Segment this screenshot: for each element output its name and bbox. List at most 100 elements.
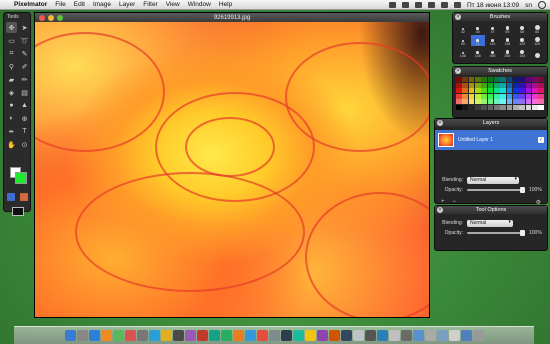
color-swatch[interactable] (481, 104, 488, 110)
color-swatch[interactable] (531, 77, 538, 82)
brush-preset[interactable]: 71 (470, 35, 485, 46)
color-swatch[interactable] (468, 82, 475, 88)
color-swatch[interactable] (500, 99, 507, 104)
color-swatch[interactable] (474, 77, 481, 82)
color-swatch[interactable] (493, 77, 500, 82)
brush-preset[interactable]: 90 (456, 35, 470, 46)
dock-app-icon[interactable] (88, 330, 100, 341)
color-swatch[interactable] (474, 104, 481, 110)
color-swatch[interactable] (500, 88, 507, 93)
standard-mode-icon[interactable] (20, 193, 28, 201)
color-swatch[interactable] (512, 77, 519, 82)
color-swatch[interactable] (462, 82, 469, 88)
color-swatch[interactable] (519, 99, 526, 104)
color-swatch[interactable] (525, 77, 532, 82)
color-swatch[interactable] (519, 93, 526, 99)
dock-app-icon[interactable] (472, 330, 484, 341)
color-swatch[interactable] (493, 82, 500, 88)
color-swatch[interactable] (456, 77, 462, 82)
color-swatch[interactable] (538, 88, 544, 93)
dock-app-icon[interactable] (316, 330, 328, 341)
crop-tool-icon[interactable]: ⌗ (6, 48, 17, 59)
color-swatch[interactable] (531, 93, 538, 99)
brush-preset[interactable]: 118 (500, 35, 514, 46)
background-color-swatch[interactable] (15, 172, 27, 184)
brush-preset[interactable]: 84 (530, 23, 544, 34)
brush-preset[interactable]: 120 (530, 35, 544, 46)
dock-app-icon[interactable] (148, 330, 160, 341)
slice-tool-icon[interactable]: ✎ (19, 48, 30, 59)
color-swatch[interactable] (500, 77, 507, 82)
color-swatch[interactable] (474, 99, 481, 104)
battery-icon[interactable] (453, 2, 461, 8)
close-icon[interactable]: × (437, 207, 443, 213)
brush-preset[interactable]: 255 (500, 47, 514, 58)
dodge-tool-icon[interactable]: ◐ (6, 113, 17, 124)
color-swatch[interactable] (525, 93, 532, 99)
brush-preset[interactable] (530, 47, 544, 58)
slider-knob[interactable] (520, 230, 525, 236)
brush-preset[interactable]: 32 (456, 23, 470, 34)
dock-app-icon[interactable] (196, 330, 208, 341)
color-swatch[interactable] (474, 82, 481, 88)
blur-tool-icon[interactable]: ● (6, 100, 17, 111)
color-swatch[interactable] (481, 82, 488, 88)
color-swatch[interactable] (512, 93, 519, 99)
dock-app-icon[interactable] (112, 330, 124, 341)
color-swatch[interactable] (493, 104, 500, 110)
color-swatch[interactable] (525, 99, 532, 104)
color-swatch[interactable] (519, 104, 526, 110)
volume-icon[interactable] (440, 2, 448, 8)
color-swatch[interactable] (525, 82, 532, 88)
brush-preset[interactable]: 120 (515, 35, 529, 46)
color-swatch[interactable] (500, 82, 507, 88)
dock-app-icon[interactable] (256, 330, 268, 341)
color-swatch[interactable] (531, 104, 538, 110)
close-icon[interactable]: × (455, 14, 461, 20)
color-swatch[interactable] (493, 88, 500, 93)
color-swatch[interactable] (456, 93, 462, 99)
color-swatch[interactable] (512, 82, 519, 88)
color-swatch[interactable] (512, 99, 519, 104)
dock-app-icon[interactable] (124, 330, 136, 341)
color-swatch[interactable] (525, 104, 532, 110)
wifi-icon[interactable] (427, 2, 435, 8)
color-swatch[interactable] (474, 88, 481, 93)
dock-app-icon[interactable] (76, 330, 88, 341)
color-swatch[interactable] (500, 104, 507, 110)
screen-mode-icon[interactable] (12, 207, 24, 216)
brush-preset[interactable]: 495 (486, 47, 500, 58)
dock-app-icon[interactable] (424, 330, 436, 341)
tool-blending-select[interactable]: Normal (467, 219, 513, 227)
brush-preset[interactable]: 68 (515, 23, 529, 34)
menu-clock[interactable]: Пт 18 июня 13:09 (467, 2, 519, 9)
pointer-tool-icon[interactable]: ➤ (19, 22, 30, 33)
color-swatch[interactable] (481, 77, 488, 82)
brush-preset[interactable]: 40 (471, 23, 485, 34)
dock-app-icon[interactable] (460, 330, 472, 341)
color-swatch[interactable] (506, 104, 513, 110)
image-window-titlebar[interactable]: 92619913.jpg (35, 13, 429, 22)
color-swatch[interactable] (506, 93, 513, 99)
color-swatch[interactable] (506, 77, 513, 82)
color-swatch[interactable] (456, 104, 462, 110)
color-swatch[interactable] (506, 99, 513, 104)
dock-app-icon[interactable] (352, 330, 364, 341)
color-swatch[interactable] (468, 104, 475, 110)
color-swatch[interactable] (487, 88, 494, 93)
color-swatch[interactable] (506, 82, 513, 88)
sharpen-tool-icon[interactable]: ▲ (19, 100, 30, 111)
color-swatch[interactable] (538, 104, 544, 110)
hand-tool-icon[interactable]: ✋ (6, 139, 17, 150)
menu-view[interactable]: View (166, 1, 180, 8)
color-swatch[interactable] (487, 82, 494, 88)
dock-app-icon[interactable] (280, 330, 292, 341)
color-swatch[interactable] (538, 77, 544, 82)
brush-preset[interactable]: 148 (471, 47, 485, 58)
color-swatch[interactable] (487, 99, 494, 104)
dock-app-icon[interactable] (220, 330, 232, 341)
color-swatch[interactable] (487, 104, 494, 110)
menu-edit[interactable]: Edit (74, 1, 85, 8)
dock-app-icon[interactable] (448, 330, 460, 341)
color-swatch[interactable] (456, 88, 462, 93)
